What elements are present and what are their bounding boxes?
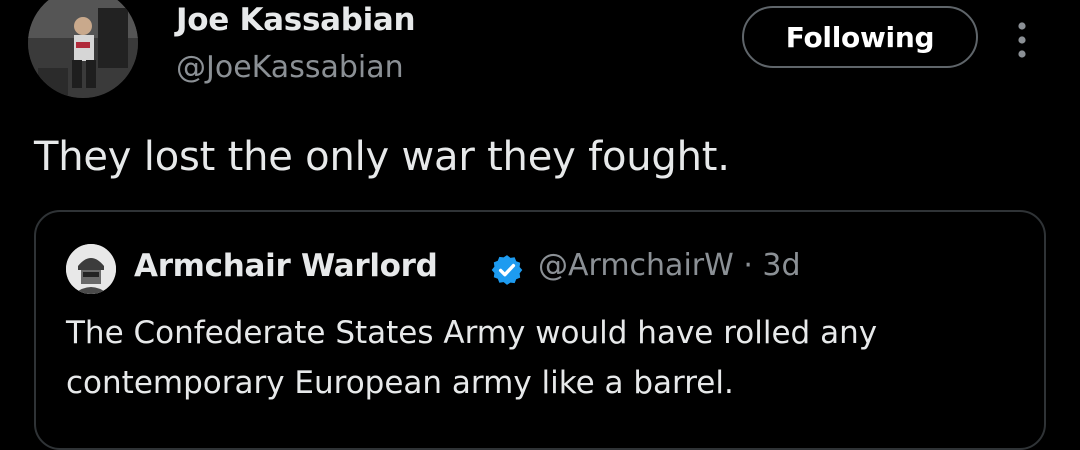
quoted-author-handle[interactable]: @ArmchairW — [538, 248, 734, 283]
avatar-soldier-icon — [66, 244, 116, 294]
quoted-tweet-meta: @ArmchairW · 3d — [538, 248, 801, 283]
quoted-author-display-name[interactable]: Armchair Warlord — [134, 248, 438, 284]
author-handle[interactable]: @JoeKassabian — [176, 50, 404, 85]
verified-badge-icon — [491, 255, 523, 285]
following-button[interactable]: Following — [742, 6, 978, 68]
quoted-author-avatar[interactable] — [66, 244, 116, 294]
author-display-name[interactable]: Joe Kassabian — [176, 2, 416, 38]
author-avatar[interactable] — [28, 0, 138, 98]
avatar-photo — [28, 0, 138, 98]
quoted-tweet-card[interactable]: Armchair Warlord @ArmchairW · 3d The Con… — [34, 210, 1046, 450]
meta-separator: · — [743, 248, 753, 283]
tweet-text: They lost the only war they fought. — [34, 134, 730, 180]
quoted-tweet-text: The Confederate States Army would have r… — [66, 315, 878, 401]
quoted-tweet-time[interactable]: 3d — [762, 248, 800, 283]
more-vertical-icon[interactable] — [1010, 18, 1034, 62]
